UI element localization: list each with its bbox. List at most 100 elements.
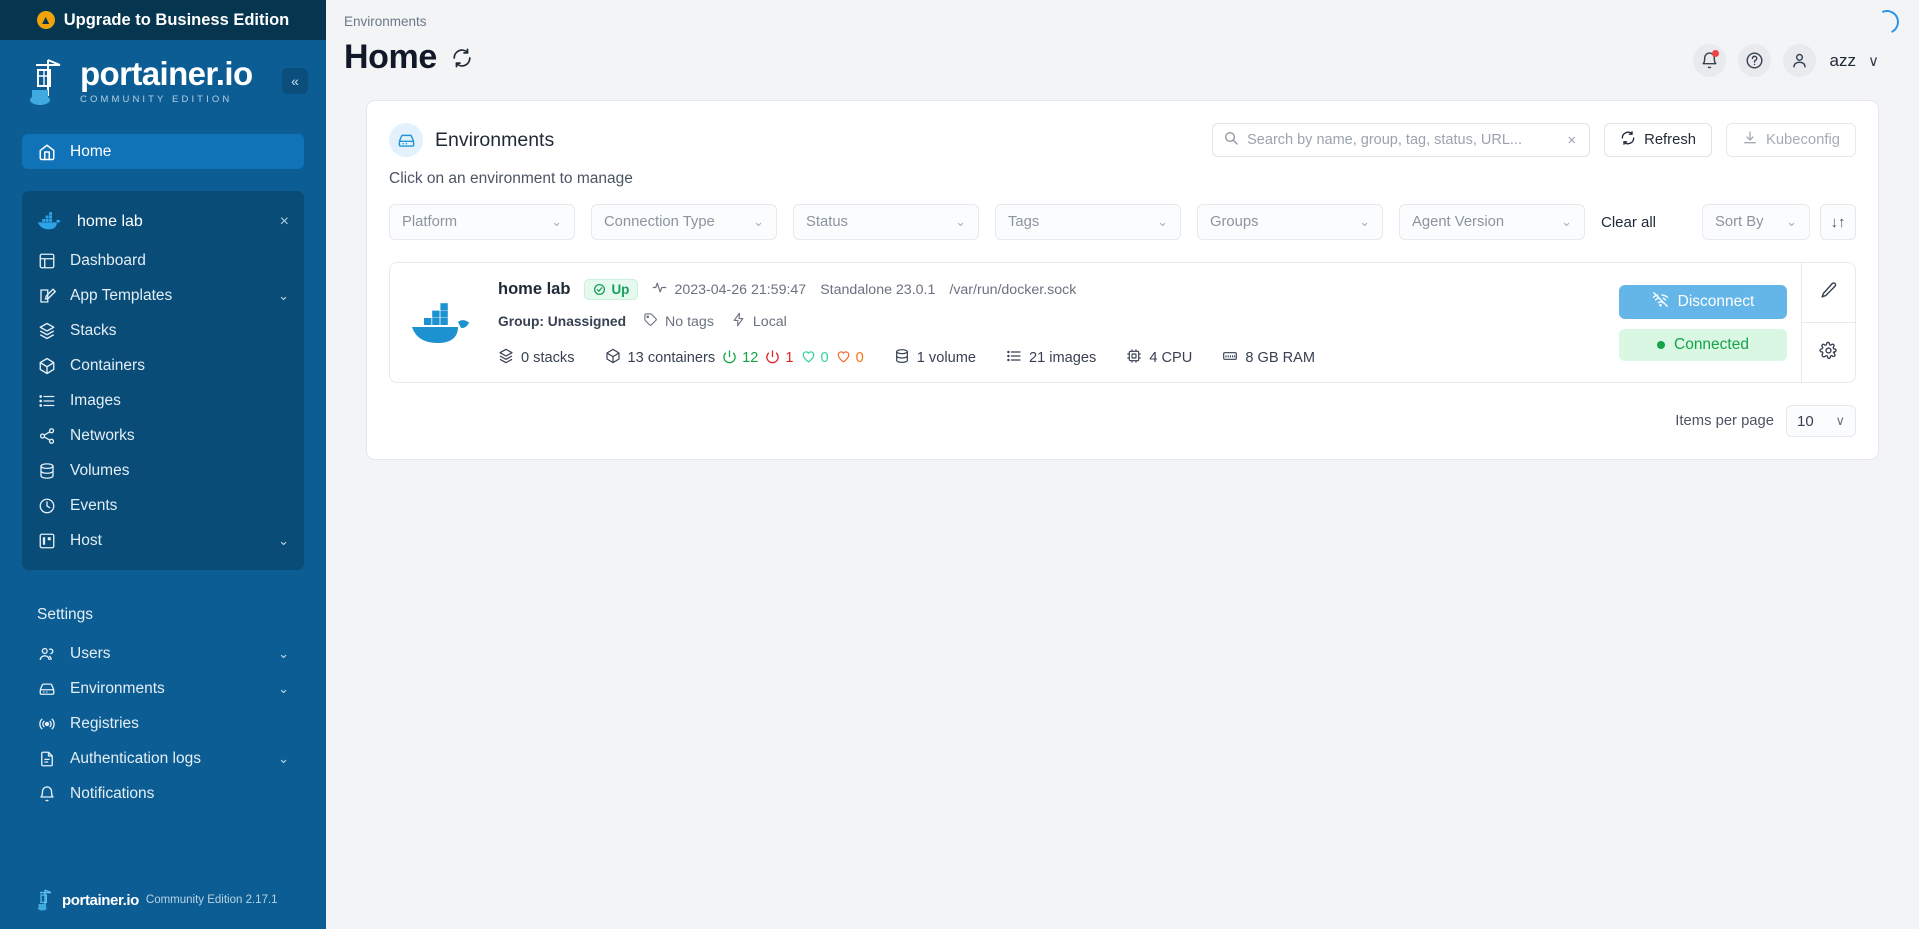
portainer-logo-icon	[26, 56, 72, 106]
items-per-page-select[interactable]: 10 ∨	[1786, 405, 1856, 437]
upgrade-arrow-icon: ▲	[36, 11, 55, 29]
filters-row: Platform ⌄ Connection Type ⌄ Status ⌄ Ta…	[367, 188, 1878, 240]
disconnect-button[interactable]: Disconnect	[1619, 284, 1787, 319]
edit-environment-button[interactable]	[1802, 263, 1855, 322]
sidebar-active-environment[interactable]: home lab ×	[22, 201, 304, 243]
refresh-icon[interactable]	[451, 47, 473, 69]
chevron-down-icon[interactable]: ⌄	[278, 288, 289, 304]
timestamp-text: 2023-04-26 21:59:47	[674, 281, 807, 298]
sort-by-select[interactable]: Sort By ⌄	[1702, 204, 1810, 240]
chevron-down-icon[interactable]: ⌄	[278, 533, 289, 549]
brand-text: portainer.io COMMUNITY EDITION	[80, 57, 253, 105]
file-text-icon	[37, 749, 56, 768]
upgrade-banner[interactable]: ▲ Upgrade to Business Edition	[0, 0, 326, 40]
chevron-down-icon[interactable]: ⌄	[278, 751, 289, 767]
tag-icon	[643, 312, 658, 331]
sidebar-item-environments[interactable]: Environments ⌄	[22, 671, 304, 706]
environment-url: /var/run/docker.sock	[949, 281, 1077, 298]
sidebar-item-label: Events	[70, 496, 118, 514]
chevron-down-icon[interactable]: ⌄	[278, 681, 289, 697]
server-icon	[37, 531, 56, 550]
stat-containers: 13 containers 12 1 0 0	[605, 348, 864, 368]
stat-label: 13 containers	[627, 350, 716, 366]
chevron-down-icon[interactable]: ⌄	[278, 646, 289, 662]
connected-label: Connected	[1674, 335, 1749, 353]
stat-value: 0	[820, 350, 829, 366]
sidebar-item-users[interactable]: Users ⌄	[22, 636, 304, 671]
upgrade-banner-label: Upgrade to Business Edition	[63, 10, 290, 29]
environment-settings-button[interactable]	[1802, 322, 1855, 382]
layers-icon	[37, 321, 56, 340]
avatar[interactable]	[1782, 44, 1816, 77]
notifications-button[interactable]	[1692, 44, 1726, 77]
sidebar-item-authentication-logs[interactable]: Authentication logs ⌄	[22, 741, 304, 776]
tags-text: No tags	[665, 313, 714, 330]
docker-whale-icon	[37, 212, 63, 232]
filter-status[interactable]: Status ⌄	[793, 204, 979, 240]
hard-drive-icon	[389, 123, 423, 157]
sidebar-item-host[interactable]: Host ⌄	[22, 523, 304, 558]
help-button[interactable]	[1737, 44, 1771, 77]
heart-broken-icon	[836, 349, 851, 368]
sidebar-item-notifications[interactable]: Notifications	[22, 776, 304, 811]
location-text: Local	[752, 313, 787, 330]
refresh-button[interactable]: Refresh	[1604, 123, 1712, 157]
notification-badge-dot	[1711, 50, 1719, 57]
cpu-icon	[1126, 348, 1142, 368]
breadcrumb[interactable]: Environments	[344, 14, 1877, 29]
filter-label: Status	[806, 214, 848, 230]
footer-version: Community Edition 2.17.1	[145, 894, 278, 906]
sidebar-item-networks[interactable]: Networks	[22, 418, 304, 453]
search-input[interactable]	[1247, 132, 1557, 148]
activity-icon	[652, 280, 667, 299]
filter-groups[interactable]: Groups ⌄	[1197, 204, 1383, 240]
chevron-down-icon[interactable]: ∨	[1868, 52, 1879, 70]
sidebar-nav: Home home lab × Dashboard App Templates …	[0, 122, 326, 889]
filter-platform[interactable]: Platform ⌄	[389, 204, 575, 240]
header-actions: azz ∨	[1692, 44, 1879, 77]
edit-square-icon	[37, 286, 56, 305]
search-box[interactable]: ×	[1212, 123, 1591, 157]
sidebar-item-label: App Templates	[70, 286, 173, 304]
environment-row[interactable]: home lab Up 2023-04-26 21:59:47 Standalo…	[389, 262, 1856, 383]
memory-icon	[1222, 348, 1238, 368]
list-icon	[37, 391, 56, 410]
stat-value: 12	[742, 350, 759, 366]
main-content: Environments Home azz ∨ Environments Sea…	[326, 0, 1919, 929]
clear-all-filters-button[interactable]: Clear all	[1601, 214, 1656, 231]
sidebar-item-images[interactable]: Images	[22, 383, 304, 418]
sidebar-item-label: Environments	[70, 679, 165, 697]
filter-agent-version[interactable]: Agent Version ⌄	[1399, 204, 1585, 240]
filter-tags[interactable]: Tags ⌄	[995, 204, 1181, 240]
power-icon	[722, 349, 737, 368]
sidebar-settings-heading: Settings	[37, 606, 94, 623]
sidebar-item-label: Authentication logs	[70, 749, 201, 767]
sort-direction-button[interactable]: ↓↑	[1820, 204, 1856, 240]
brand-logo[interactable]: portainer.io COMMUNITY EDITION «	[0, 40, 326, 122]
sidebar-item-registries[interactable]: Registries	[22, 706, 304, 741]
share-icon	[37, 426, 56, 445]
filter-label: Tags	[1008, 214, 1040, 230]
environment-timestamp: 2023-04-26 21:59:47	[652, 280, 806, 299]
sidebar-item-volumes[interactable]: Volumes	[22, 453, 304, 488]
sidebar-collapse-button[interactable]: «	[282, 68, 308, 94]
user-name[interactable]: azz	[1830, 51, 1856, 71]
status-badge-label: Up	[611, 282, 630, 297]
sidebar-item-containers[interactable]: Containers	[22, 348, 304, 383]
stat-stopped: 1	[765, 349, 794, 368]
sidebar-item-stacks[interactable]: Stacks	[22, 313, 304, 348]
close-icon[interactable]: ×	[280, 213, 289, 231]
clear-search-icon[interactable]: ×	[1564, 132, 1579, 149]
bolt-icon	[731, 312, 746, 331]
clock-icon	[37, 496, 56, 515]
sidebar-item-app-templates[interactable]: App Templates ⌄	[22, 278, 304, 313]
environment-group: Group: Unassigned	[498, 314, 627, 329]
filter-connection-type[interactable]: Connection Type ⌄	[591, 204, 777, 240]
kubeconfig-button[interactable]: Kubeconfig	[1725, 123, 1856, 157]
sidebar-item-events[interactable]: Events	[22, 488, 304, 523]
sidebar-item-home[interactable]: Home	[22, 134, 304, 169]
card-header-actions: × Refresh Kubeconfig	[1212, 123, 1856, 157]
sidebar-environment-name: home lab	[77, 213, 143, 230]
sidebar-item-dashboard[interactable]: Dashboard	[22, 243, 304, 278]
sidebar-item-label: Dashboard	[70, 251, 146, 269]
